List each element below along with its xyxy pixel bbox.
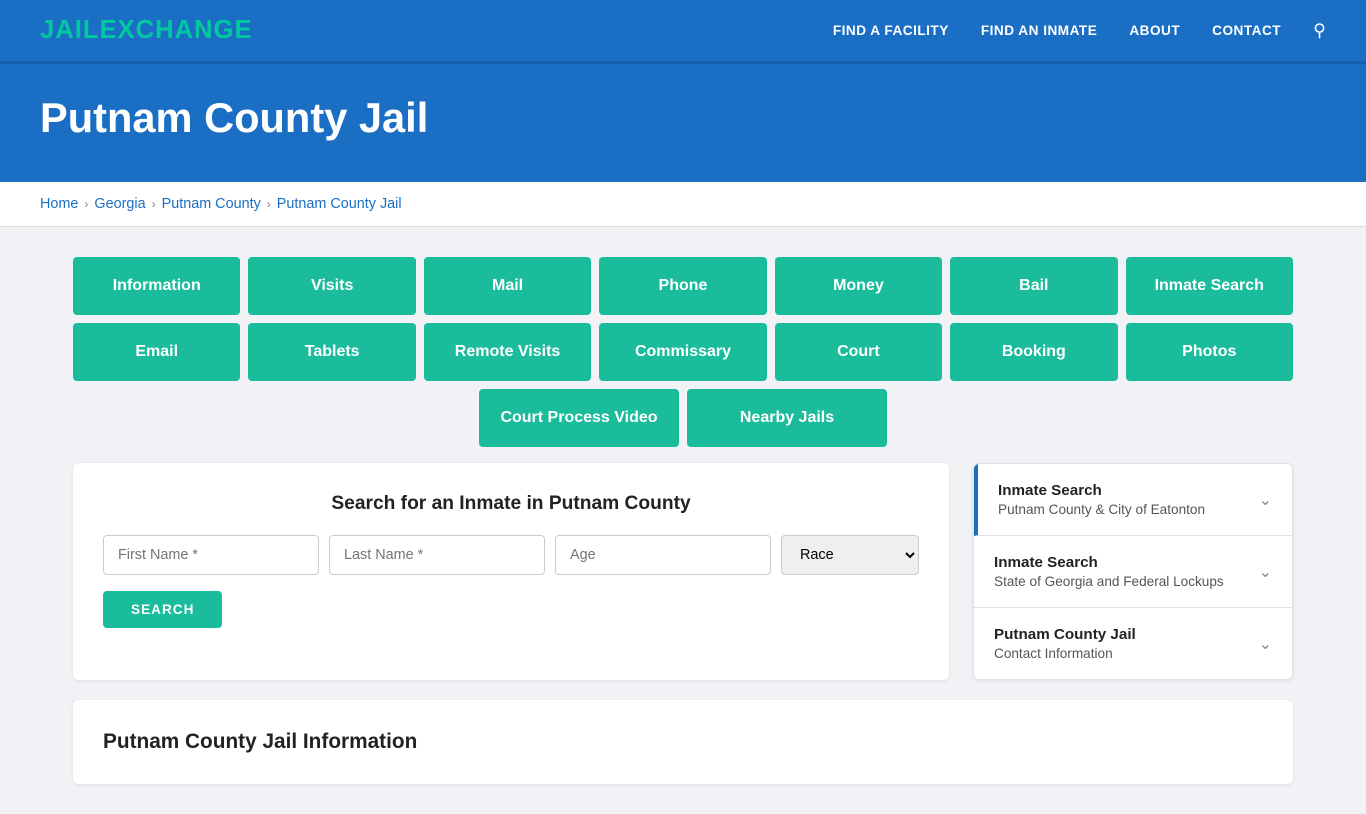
- nav-find-inmate[interactable]: FIND AN INMATE: [981, 23, 1098, 38]
- btn-booking[interactable]: Booking: [950, 323, 1117, 381]
- nav-contact[interactable]: CONTACT: [1212, 23, 1281, 38]
- nav-find-facility[interactable]: FIND A FACILITY: [833, 23, 949, 38]
- nav-about[interactable]: ABOUT: [1129, 23, 1180, 38]
- sidebar-item-content-2: Putnam County Jail Contact Information: [994, 626, 1136, 661]
- btn-court[interactable]: Court: [775, 323, 942, 381]
- btn-email[interactable]: Email: [73, 323, 240, 381]
- grid-row-1: Information Visits Mail Phone Money Bail…: [73, 257, 1293, 315]
- btn-information[interactable]: Information: [73, 257, 240, 315]
- site-logo[interactable]: JAILEXCHANGE: [40, 16, 253, 45]
- breadcrumb-sep-2: ›: [152, 197, 156, 211]
- btn-phone[interactable]: Phone: [599, 257, 766, 315]
- sidebar-item-title-0: Inmate Search: [998, 482, 1205, 499]
- breadcrumb-georgia[interactable]: Georgia: [94, 196, 145, 212]
- btn-mail[interactable]: Mail: [424, 257, 591, 315]
- search-button[interactable]: SEARCH: [103, 591, 222, 628]
- btn-photos[interactable]: Photos: [1126, 323, 1293, 381]
- sidebar-item-subtitle-0: Putnam County & City of Eatonton: [998, 502, 1205, 517]
- btn-bail[interactable]: Bail: [950, 257, 1117, 315]
- sidebar-item-contact-info[interactable]: Putnam County Jail Contact Information ⌄: [974, 608, 1292, 679]
- info-section-title: Putnam County Jail Information: [103, 730, 1263, 754]
- breadcrumb-sep-1: ›: [84, 197, 88, 211]
- sidebar-item-content-0: Inmate Search Putnam County & City of Ea…: [998, 482, 1205, 517]
- button-grid: Information Visits Mail Phone Money Bail…: [73, 257, 1293, 447]
- btn-commissary[interactable]: Commissary: [599, 323, 766, 381]
- sidebar: Inmate Search Putnam County & City of Ea…: [973, 463, 1293, 680]
- grid-row-2: Email Tablets Remote Visits Commissary C…: [73, 323, 1293, 381]
- search-icon[interactable]: ⚲: [1313, 20, 1326, 41]
- chevron-down-icon-2: ⌄: [1259, 634, 1272, 654]
- btn-remote-visits[interactable]: Remote Visits: [424, 323, 591, 381]
- search-panel: Search for an Inmate in Putnam County Ra…: [73, 463, 949, 680]
- sidebar-item-inmate-search-georgia[interactable]: Inmate Search State of Georgia and Feder…: [974, 536, 1292, 608]
- page-title: Putnam County Jail: [40, 94, 1326, 142]
- breadcrumb-current: Putnam County Jail: [277, 196, 402, 212]
- breadcrumb: Home › Georgia › Putnam County › Putnam …: [0, 182, 1366, 227]
- sidebar-item-subtitle-1: State of Georgia and Federal Lockups: [994, 574, 1224, 589]
- chevron-down-icon-1: ⌄: [1259, 562, 1272, 582]
- btn-money[interactable]: Money: [775, 257, 942, 315]
- chevron-down-icon-0: ⌄: [1259, 490, 1272, 510]
- lower-section: Search for an Inmate in Putnam County Ra…: [73, 463, 1293, 680]
- breadcrumb-putnam-county[interactable]: Putnam County: [162, 196, 261, 212]
- sidebar-item-title-2: Putnam County Jail: [994, 626, 1136, 643]
- btn-visits[interactable]: Visits: [248, 257, 415, 315]
- btn-tablets[interactable]: Tablets: [248, 323, 415, 381]
- grid-row-3: Court Process Video Nearby Jails: [73, 389, 1293, 447]
- sidebar-item-inmate-search-putnam[interactable]: Inmate Search Putnam County & City of Ea…: [974, 464, 1292, 536]
- logo-jail: JAIL: [40, 16, 99, 44]
- age-input[interactable]: [555, 535, 771, 575]
- search-fields: Race White Black Hispanic Asian Other: [103, 535, 919, 575]
- search-title: Search for an Inmate in Putnam County: [103, 493, 919, 515]
- breadcrumb-sep-3: ›: [267, 197, 271, 211]
- hero-section: Putnam County Jail: [0, 64, 1366, 182]
- last-name-input[interactable]: [329, 535, 545, 575]
- logo-exchange: EXCHANGE: [99, 16, 252, 44]
- nav-links: FIND A FACILITY FIND AN INMATE ABOUT CON…: [833, 20, 1326, 41]
- sidebar-item-subtitle-2: Contact Information: [994, 646, 1136, 661]
- sidebar-item-title-1: Inmate Search: [994, 554, 1224, 571]
- race-select[interactable]: Race White Black Hispanic Asian Other: [781, 535, 919, 575]
- navbar: JAILEXCHANGE FIND A FACILITY FIND AN INM…: [0, 0, 1366, 64]
- btn-nearby-jails[interactable]: Nearby Jails: [687, 389, 887, 447]
- sidebar-item-content-1: Inmate Search State of Georgia and Feder…: [994, 554, 1224, 589]
- btn-court-process-video[interactable]: Court Process Video: [479, 389, 679, 447]
- info-section: Putnam County Jail Information: [73, 700, 1293, 784]
- breadcrumb-home[interactable]: Home: [40, 196, 78, 212]
- btn-inmate-search[interactable]: Inmate Search: [1126, 257, 1293, 315]
- main-content: Information Visits Mail Phone Money Bail…: [0, 227, 1366, 814]
- first-name-input[interactable]: [103, 535, 319, 575]
